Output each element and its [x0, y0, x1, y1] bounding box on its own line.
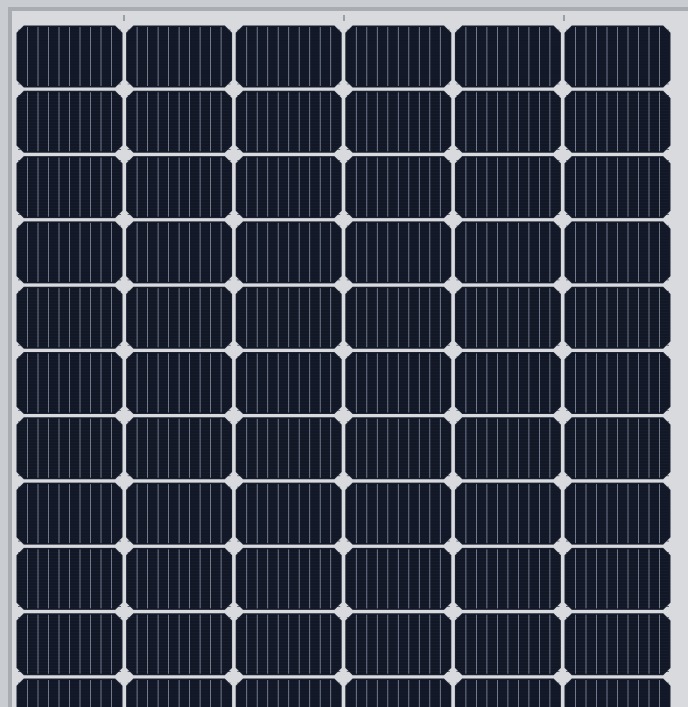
solar-cell [454, 25, 561, 88]
solar-cell [16, 156, 123, 219]
solar-cell [16, 90, 123, 153]
solar-cell [126, 221, 233, 284]
solar-cell [345, 678, 452, 707]
solar-cell [345, 352, 452, 414]
solar-cell [345, 25, 452, 88]
frame-mark-right [563, 15, 565, 21]
solar-cell [126, 417, 233, 480]
solar-cell [235, 482, 342, 545]
solar-cell [126, 482, 233, 545]
solar-cell [564, 547, 671, 610]
solar-cell [126, 25, 233, 88]
solar-cell [564, 156, 671, 219]
frame-mark-left [123, 15, 125, 21]
solar-cell [126, 613, 233, 676]
solar-cell [16, 417, 123, 480]
solar-cell [564, 352, 671, 414]
solar-cell [16, 221, 123, 284]
solar-cell [126, 678, 233, 707]
solar-cell [454, 678, 561, 707]
solar-cell [235, 221, 342, 284]
solar-cell [564, 482, 671, 545]
solar-cell [454, 417, 561, 480]
solar-cell [235, 156, 342, 219]
solar-cell [345, 90, 452, 153]
solar-cell [564, 678, 671, 707]
solar-cell [345, 482, 452, 545]
solar-cell [16, 352, 123, 414]
solar-cell [454, 352, 561, 414]
solar-panel-svg [0, 0, 688, 707]
solar-cell [345, 547, 452, 610]
solar-cell [126, 286, 233, 349]
solar-cell [345, 417, 452, 480]
solar-cell [235, 547, 342, 610]
solar-panel-image [0, 0, 688, 707]
solar-cell [345, 221, 452, 284]
solar-cell [235, 90, 342, 153]
solar-cell [16, 547, 123, 610]
solar-cell [16, 613, 123, 676]
solar-cell [564, 417, 671, 480]
solar-cell [235, 417, 342, 480]
solar-cell [126, 90, 233, 153]
solar-cell [564, 286, 671, 349]
solar-cell [16, 25, 123, 88]
solar-cell [564, 613, 671, 676]
solar-cell [564, 221, 671, 284]
solar-cell [454, 613, 561, 676]
solar-cell [126, 352, 233, 414]
solar-cell [16, 482, 123, 545]
solar-cell [454, 286, 561, 349]
solar-cell [235, 352, 342, 414]
solar-cell [16, 286, 123, 349]
solar-cell [126, 156, 233, 219]
solar-cell [345, 286, 452, 349]
solar-cell [454, 547, 561, 610]
solar-cell [564, 25, 671, 88]
solar-cell [564, 90, 671, 153]
solar-cell [16, 678, 123, 707]
solar-cell [454, 156, 561, 219]
solar-cell [345, 156, 452, 219]
solar-cell [345, 613, 452, 676]
solar-cell [454, 221, 561, 284]
solar-cell [235, 286, 342, 349]
solar-cell [454, 482, 561, 545]
solar-cell [235, 25, 342, 88]
solar-cell [235, 613, 342, 676]
solar-cell [235, 678, 342, 707]
solar-cell [454, 90, 561, 153]
frame-mark-center [343, 15, 345, 21]
solar-cell [126, 547, 233, 610]
